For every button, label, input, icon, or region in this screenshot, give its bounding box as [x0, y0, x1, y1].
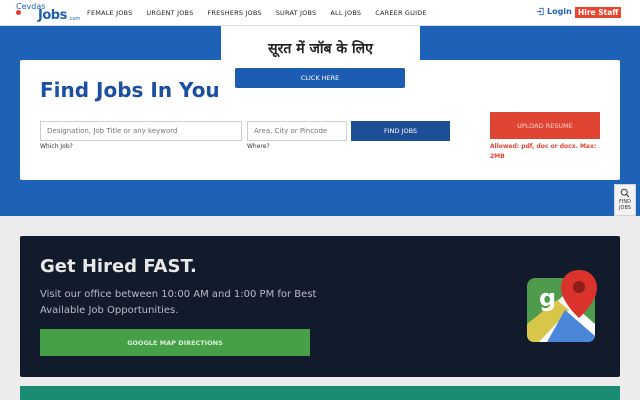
side-tab-label-2: JOBS	[619, 205, 631, 211]
where-label: Where?	[247, 143, 270, 150]
top-nav: Cevdas Jobs .com FEMALE JOBS URGENT JOBS…	[0, 0, 640, 26]
login-link[interactable]: Login	[536, 7, 572, 16]
google-maps-icon: g	[527, 270, 597, 342]
find-jobs-button[interactable]: FIND JOBS	[351, 121, 450, 141]
logo-suffix: .com	[68, 16, 81, 22]
keyword-input[interactable]	[40, 121, 242, 141]
side-find-jobs-tab[interactable]: FIND JOBS	[614, 184, 636, 216]
hire-staff-button[interactable]: Hire Staff	[575, 7, 622, 18]
which-job-label: Which Job?	[40, 143, 73, 150]
search-icon	[620, 188, 630, 198]
allowed-formats-text: Allowed: pdf, doc or docx. Max: 2MB	[490, 143, 597, 160]
nav-link-freshers-jobs[interactable]: FRESHERS JOBS	[207, 9, 261, 17]
popup-title: सूरत में जॉब के लिए	[268, 41, 373, 57]
nav-link-surat-jobs[interactable]: SURAT JOBS	[276, 9, 317, 17]
surat-jobs-popup: सूरत में जॉब के लिए CLICK HERE	[221, 26, 420, 102]
logo-main: Jobs	[38, 8, 67, 23]
login-label: Login	[547, 7, 572, 16]
nav-link-urgent-jobs[interactable]: URGENT JOBS	[146, 9, 193, 17]
location-input[interactable]	[247, 121, 347, 141]
office-visit-text: Visit our office between 10:00 AM and 1:…	[40, 289, 317, 316]
get-hired-title: Get Hired FAST.	[40, 256, 197, 277]
nav-links: FEMALE JOBS URGENT JOBS FRESHERS JOBS SU…	[87, 0, 427, 26]
nav-link-career-guide[interactable]: CAREER GUIDE	[375, 9, 427, 17]
site-logo[interactable]: Cevdas Jobs .com	[16, 2, 82, 24]
teal-section	[20, 386, 620, 400]
find-jobs-title: Find Jobs In Your	[40, 78, 230, 102]
login-icon	[536, 7, 544, 16]
nav-link-all-jobs[interactable]: ALL JOBS	[330, 9, 361, 17]
get-hired-card: Get Hired FAST. Visit our office between…	[20, 236, 620, 377]
svg-text:g: g	[539, 284, 556, 312]
nav-link-female-jobs[interactable]: FEMALE JOBS	[87, 9, 132, 17]
upload-resume-button[interactable]: UPLOAD RESUME	[490, 112, 600, 139]
google-map-directions-button[interactable]: GOOGLE MAP DIRECTIONS	[40, 329, 310, 356]
popup-click-here-button[interactable]: CLICK HERE	[235, 68, 405, 88]
